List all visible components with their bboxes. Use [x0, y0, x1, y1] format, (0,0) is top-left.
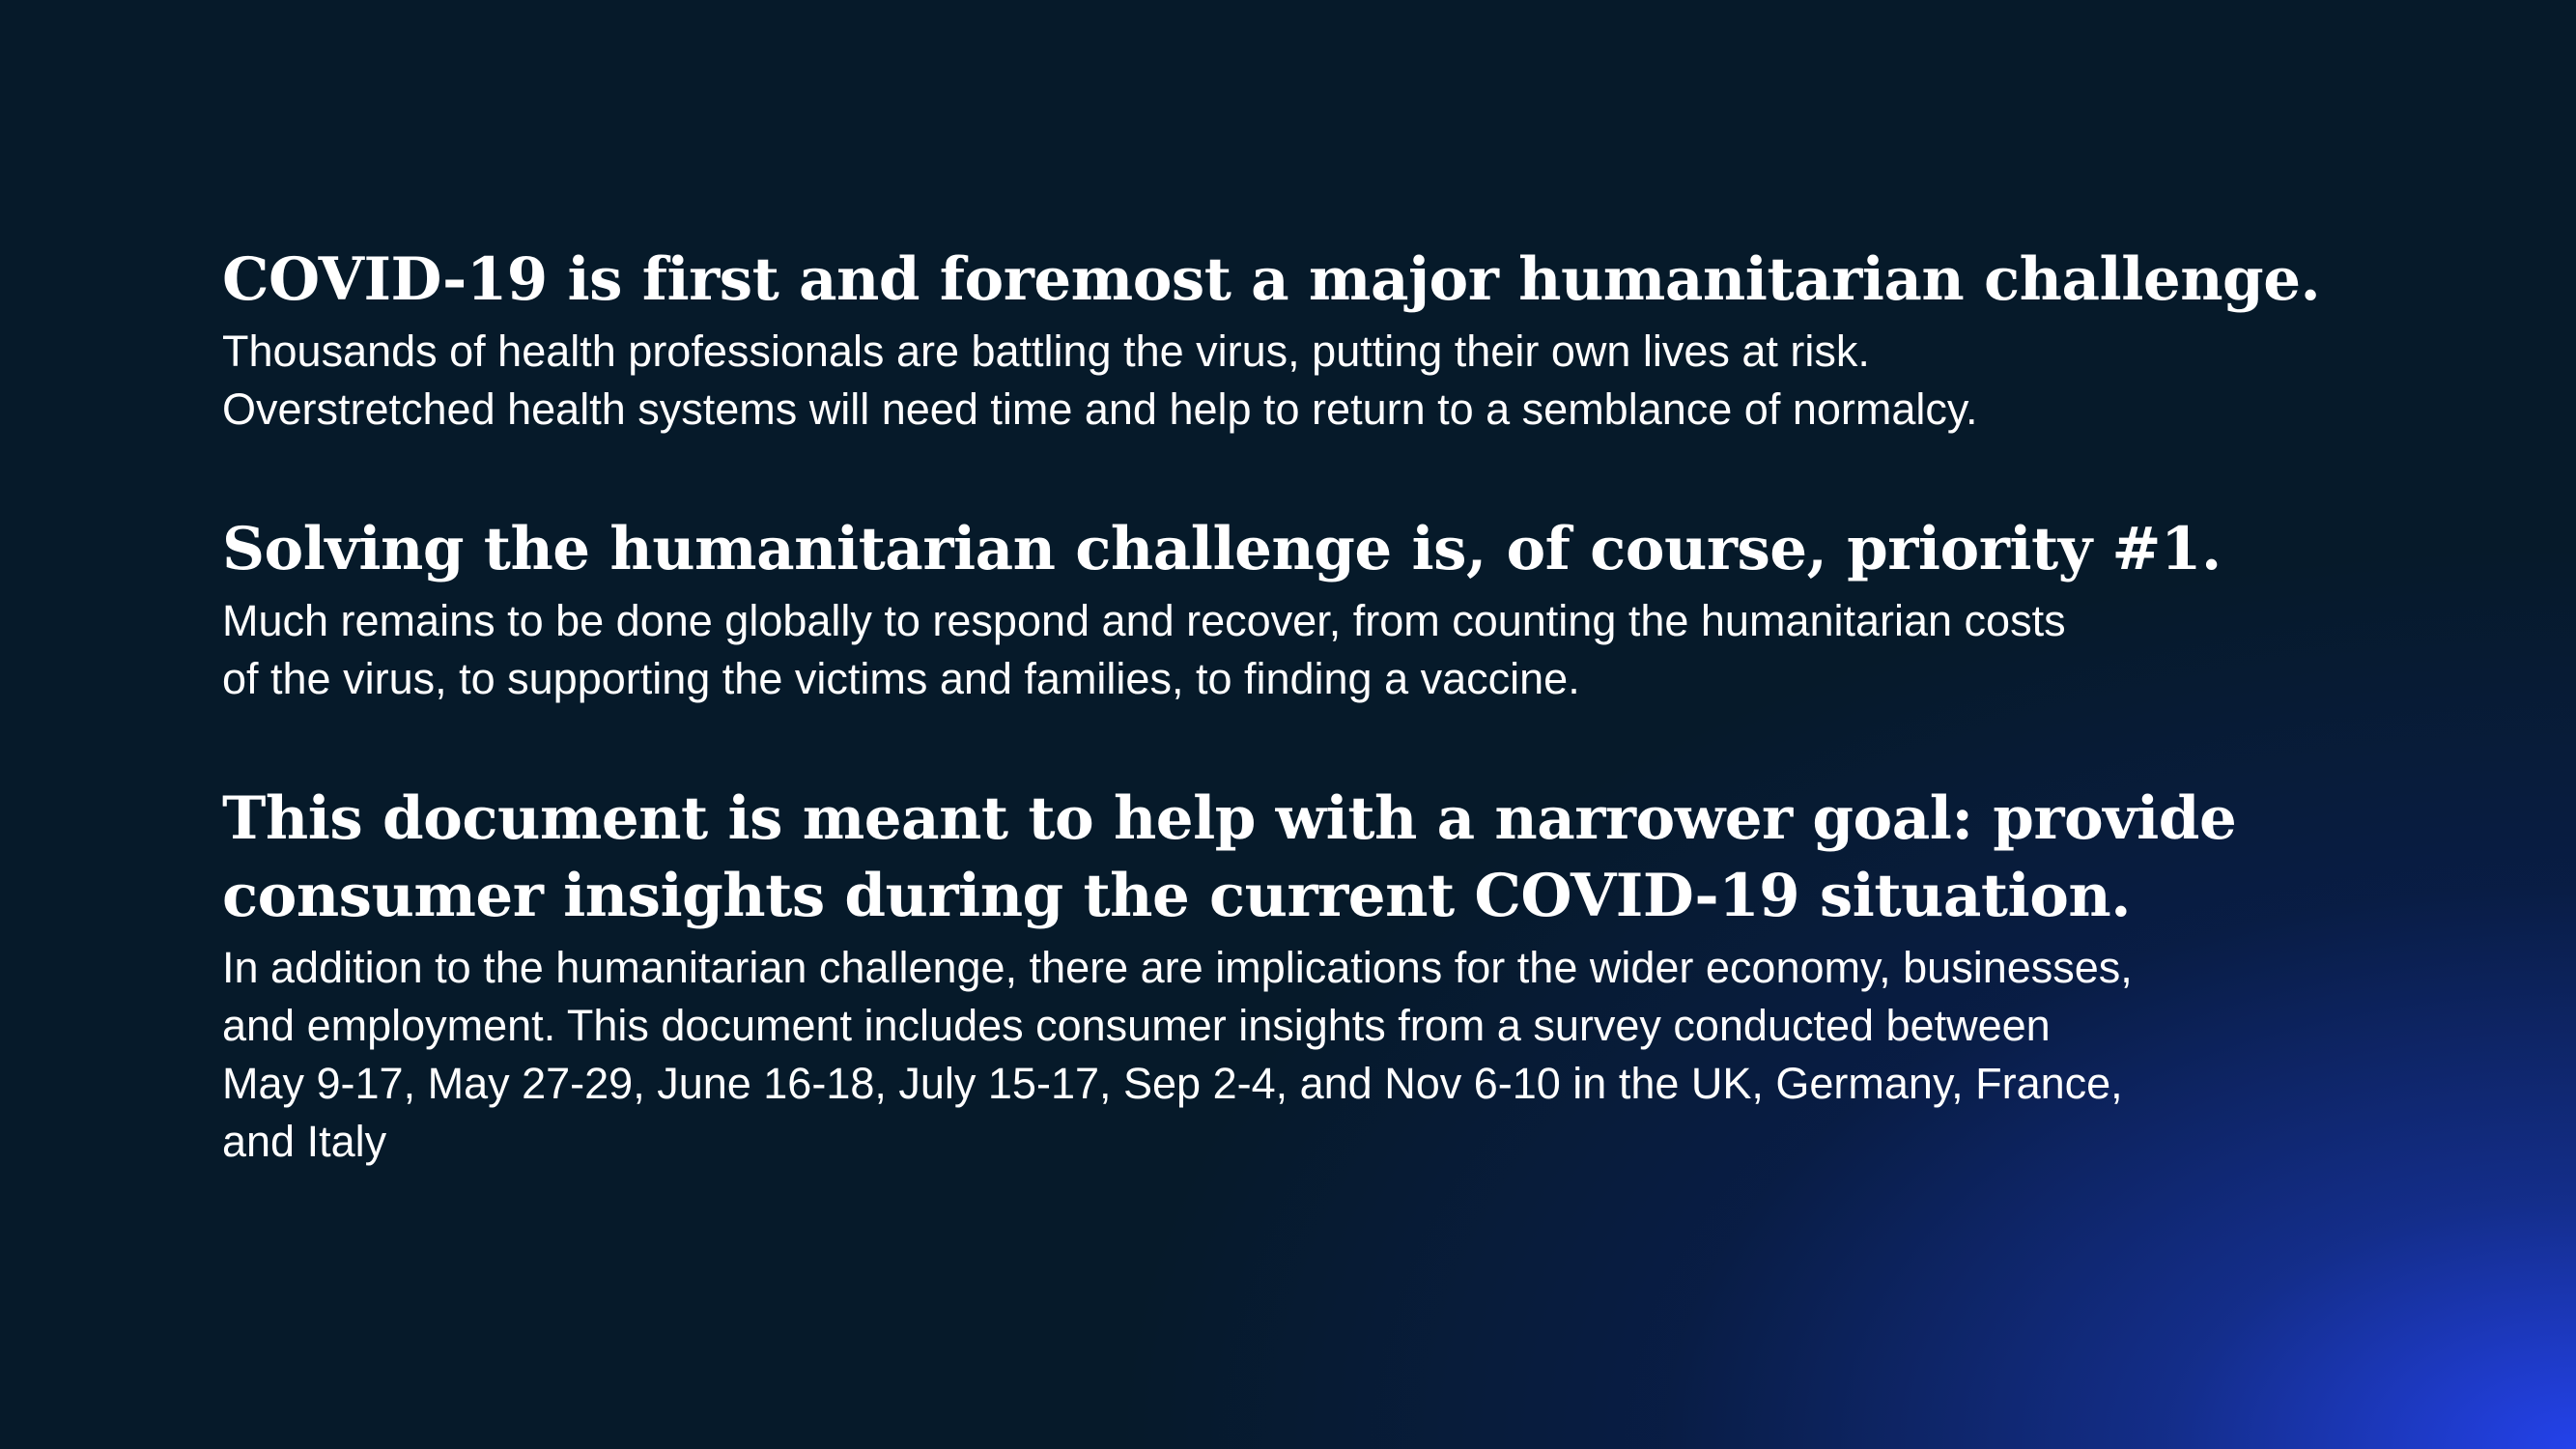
section-heading: Solving the humanitarian challenge is, o…: [222, 511, 2444, 588]
body-line: of the virus, to supporting the victims …: [222, 654, 1580, 703]
body-line: In addition to the humanitarian challeng…: [222, 943, 2133, 992]
heading-line: consumer insights during the current COV…: [222, 862, 2132, 930]
body-line: and Italy: [222, 1117, 387, 1166]
heading-line: Solving the humanitarian challenge is, o…: [222, 515, 2222, 583]
section-heading: This document is meant to help with a na…: [222, 781, 2444, 935]
section-humanitarian-challenge: COVID-19 is first and foremost a major h…: [222, 242, 2444, 439]
slide-content: COVID-19 is first and foremost a major h…: [222, 242, 2444, 1171]
body-line: Much remains to be done globally to resp…: [222, 596, 2066, 645]
heading-line: COVID-19 is first and foremost a major h…: [222, 245, 2321, 314]
section-body: In addition to the humanitarian challeng…: [222, 939, 2444, 1171]
section-body: Much remains to be done globally to resp…: [222, 592, 2444, 708]
heading-line: This document is meant to help with a na…: [222, 784, 2237, 853]
section-priority-one: Solving the humanitarian challenge is, o…: [222, 511, 2444, 708]
slide: { "colors": { "background": "#061a2a", "…: [0, 0, 2576, 1449]
section-heading: COVID-19 is first and foremost a major h…: [222, 242, 2444, 319]
body-line: Thousands of health professionals are ba…: [222, 327, 1870, 376]
body-line: May 9-17, May 27-29, June 16-18, July 15…: [222, 1059, 2123, 1108]
section-document-goal: This document is meant to help with a na…: [222, 781, 2444, 1171]
body-line: and employment. This document includes c…: [222, 1001, 2051, 1050]
section-body: Thousands of health professionals are ba…: [222, 323, 2444, 439]
body-line: Overstretched health systems will need t…: [222, 384, 1978, 434]
